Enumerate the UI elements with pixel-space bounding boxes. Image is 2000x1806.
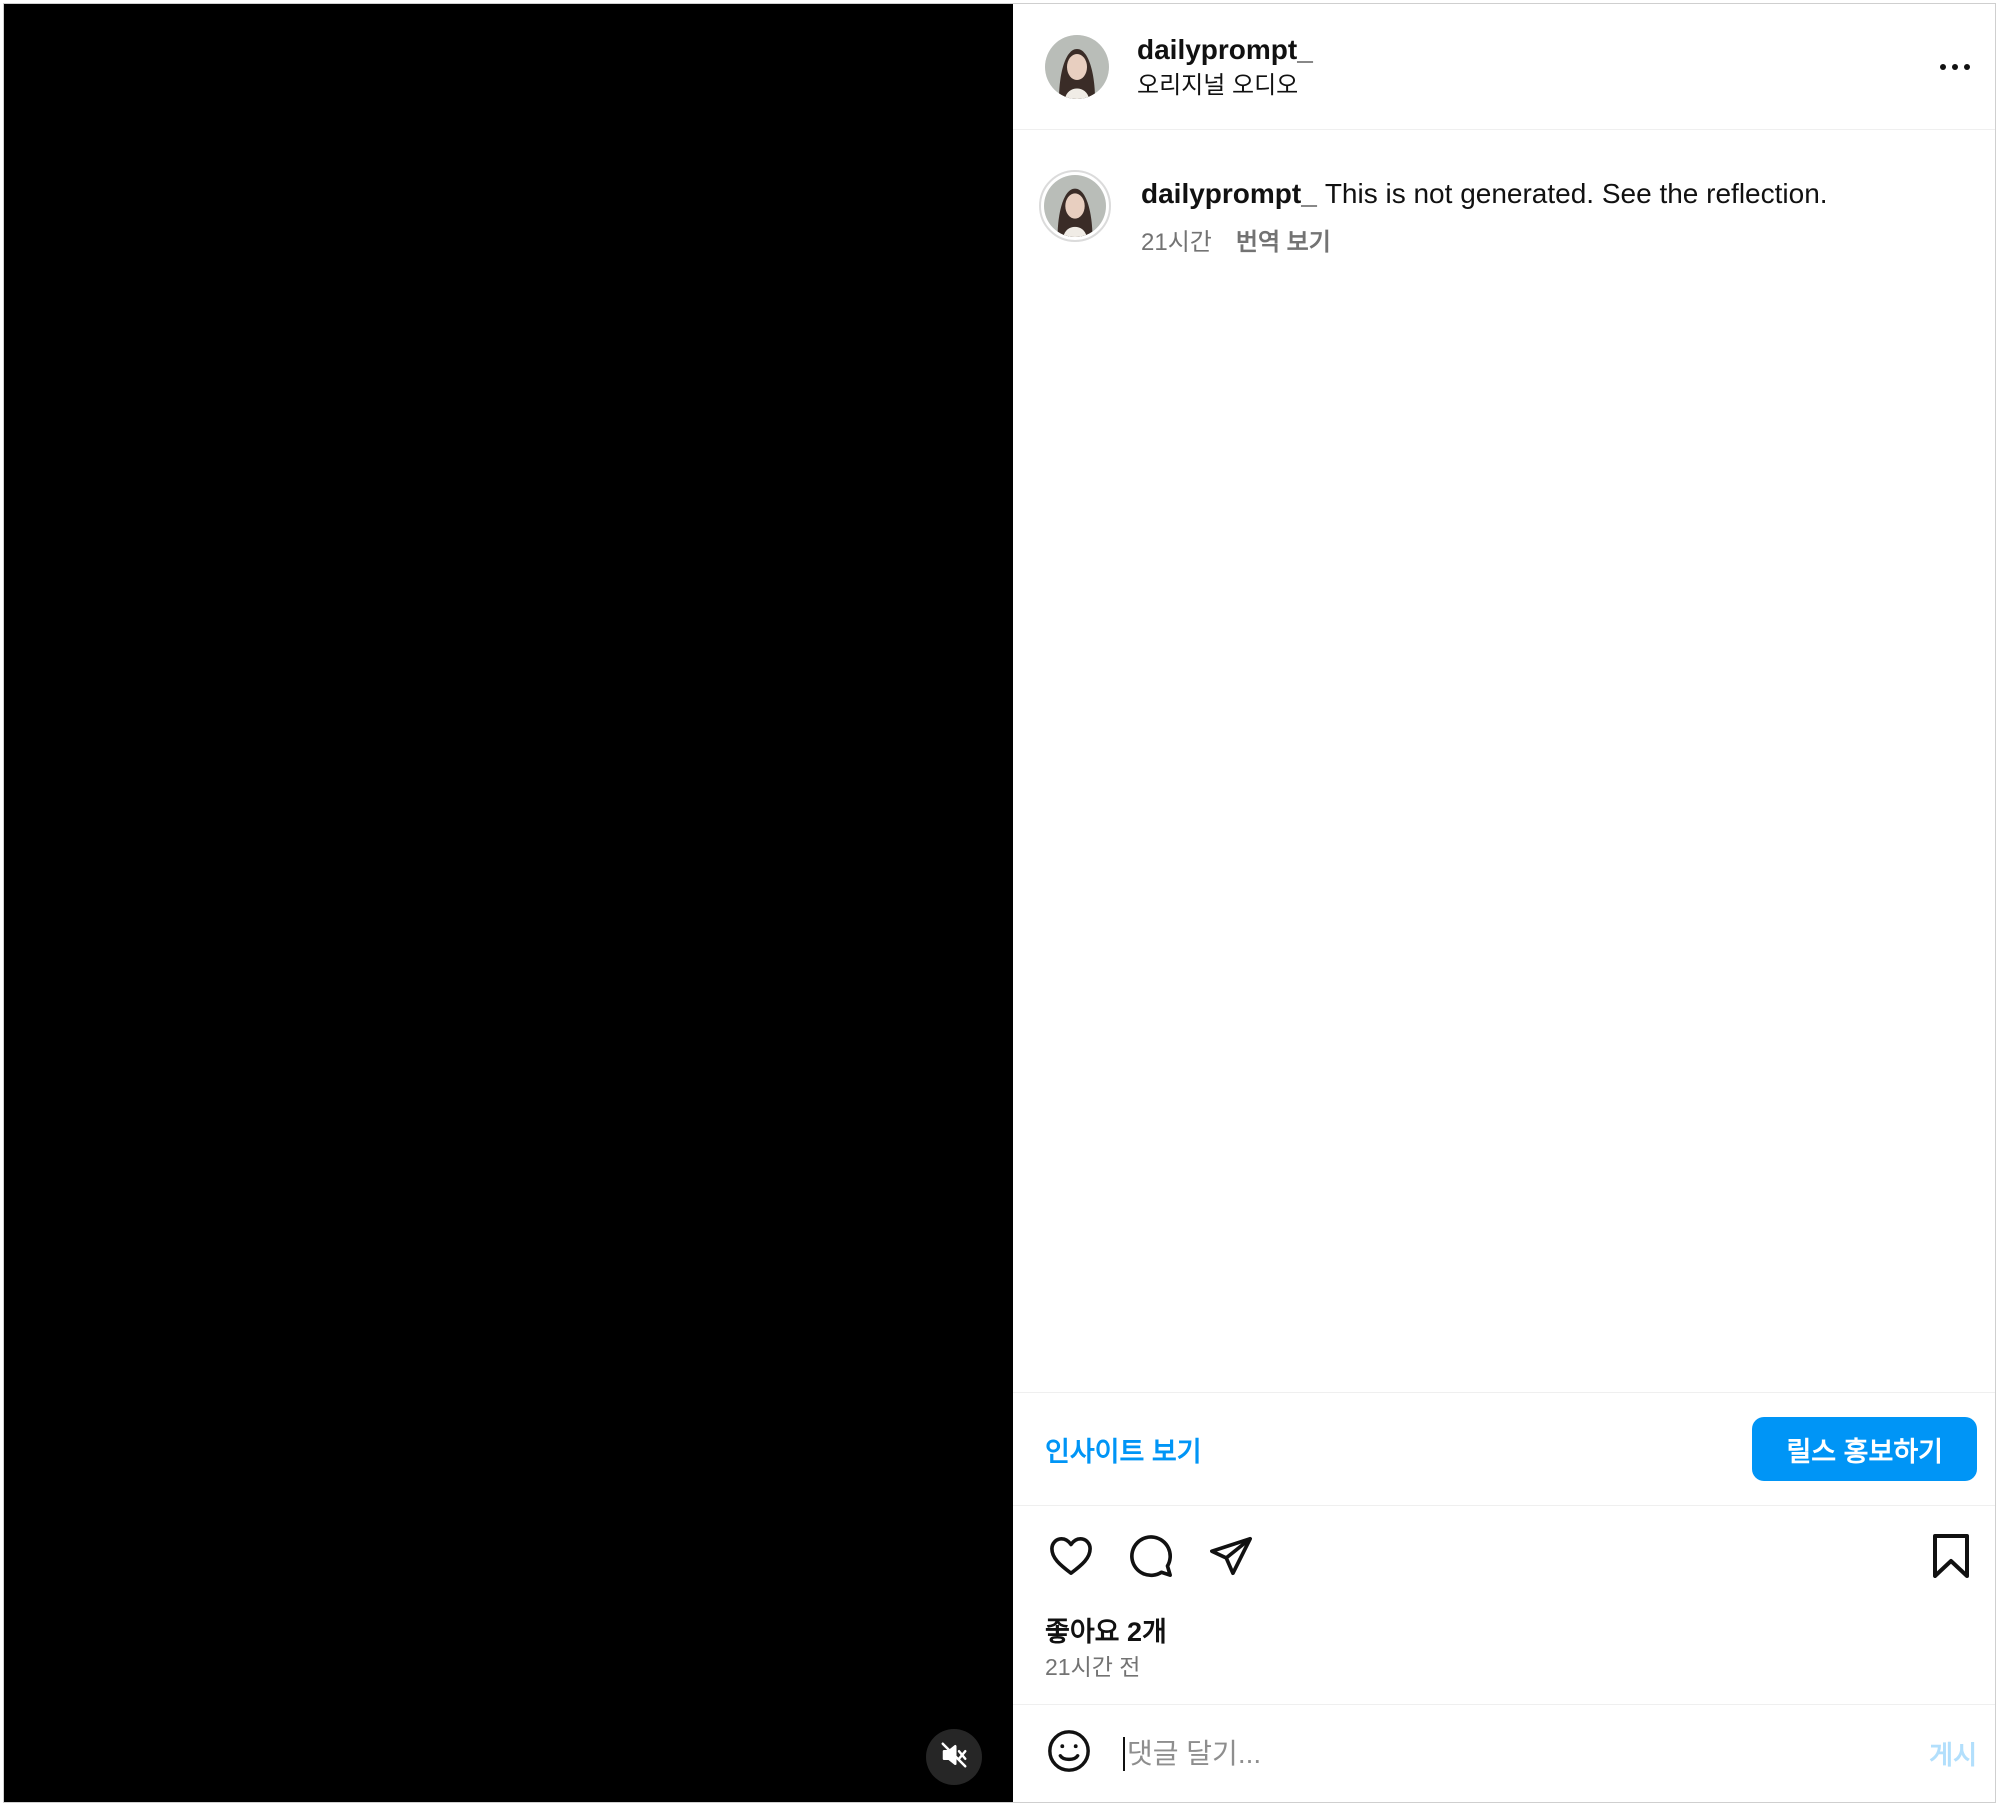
action-bar — [1013, 1506, 1995, 1610]
save-button[interactable] — [1925, 1532, 1977, 1584]
paper-plane-icon — [1208, 1533, 1254, 1584]
header-username[interactable]: dailyprompt_ — [1137, 32, 1313, 68]
more-horizontal-icon — [1939, 58, 1971, 76]
insights-bar: 인사이트 보기 릴스 홍보하기 — [1013, 1392, 1995, 1506]
comment-composer: 게시 — [1013, 1704, 1995, 1802]
post-side-panel: dailyprompt_ 오리지널 오디오 dailyprompt_ This … — [1013, 4, 1995, 1802]
post-header: dailyprompt_ 오리지널 오디오 — [1013, 4, 1995, 130]
comment-input[interactable] — [1123, 1736, 1914, 1771]
speaker-muted-icon — [939, 1740, 969, 1775]
caption-avatar[interactable] — [1039, 170, 1111, 242]
post-comment-button[interactable]: 게시 — [1929, 1735, 1977, 1772]
more-options-button[interactable] — [1935, 47, 1975, 87]
avatar[interactable] — [1045, 34, 1109, 99]
share-button[interactable] — [1205, 1532, 1257, 1584]
comments-section: dailyprompt_ This is not generated. See t… — [1013, 130, 1995, 1392]
like-button[interactable] — [1045, 1532, 1097, 1584]
mute-toggle-button[interactable] — [926, 1729, 982, 1785]
view-insights-link[interactable]: 인사이트 보기 — [1045, 1430, 1202, 1469]
reel-video[interactable] — [4, 4, 1013, 1802]
heart-icon — [1048, 1535, 1094, 1582]
comment-bubble-icon — [1128, 1533, 1174, 1584]
bookmark-icon — [1931, 1533, 1971, 1583]
smiley-icon — [1046, 1728, 1092, 1779]
post-timestamp[interactable]: 21시간 전 — [1013, 1650, 1995, 1684]
translate-link[interactable]: 번역 보기 — [1236, 222, 1331, 257]
caption-age[interactable]: 21시간 — [1141, 222, 1212, 257]
post-dialog: dailyprompt_ 오리지널 오디오 dailyprompt_ This … — [3, 3, 1996, 1803]
emoji-button[interactable] — [1045, 1730, 1093, 1778]
caption-username[interactable]: dailyprompt_ — [1141, 178, 1317, 209]
caption-text: This is not generated. See the reflectio… — [1324, 178, 1828, 209]
likes-count[interactable]: 좋아요 2개 — [1013, 1614, 1995, 1650]
caption: dailyprompt_ This is not generated. See t… — [1039, 170, 1975, 257]
audio-label[interactable]: 오리지널 오디오 — [1137, 70, 1313, 102]
promote-reel-button[interactable]: 릴스 홍보하기 — [1752, 1417, 1977, 1481]
comment-button[interactable] — [1125, 1532, 1177, 1584]
